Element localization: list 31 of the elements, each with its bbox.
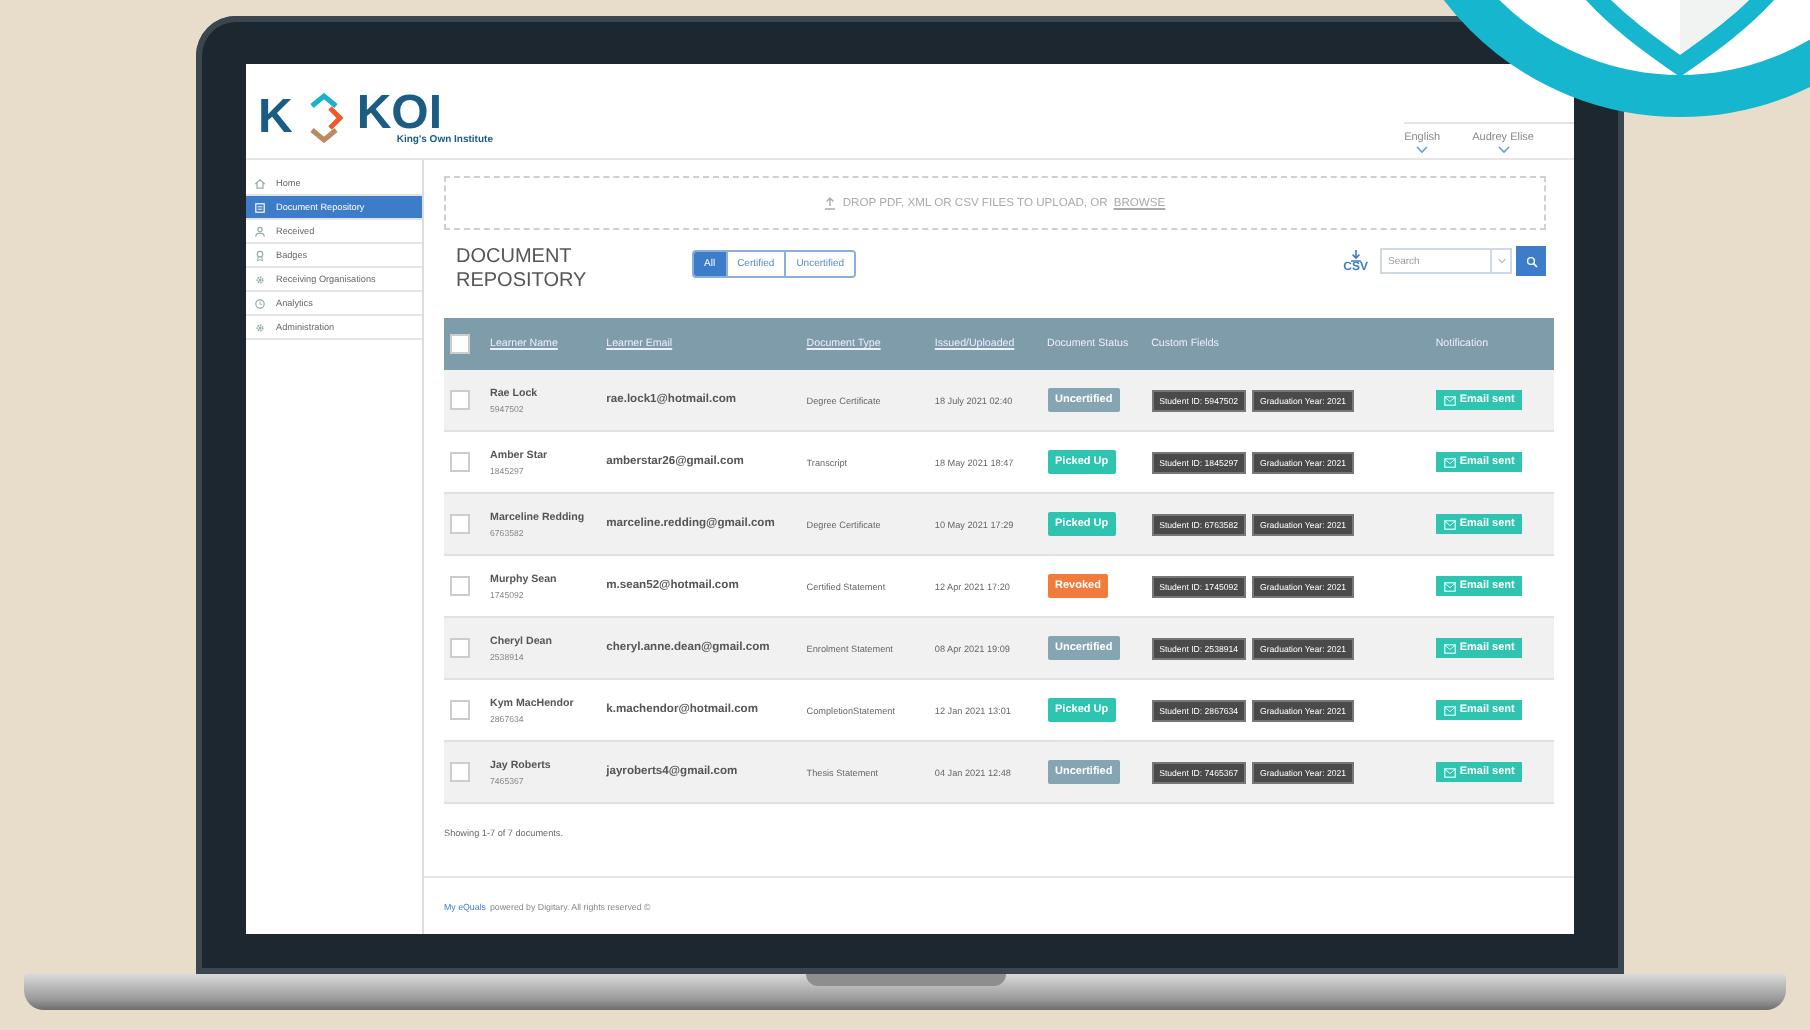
envelope-icon — [1443, 705, 1456, 715]
chevron-down-icon — [1497, 146, 1510, 154]
gear-icon — [254, 321, 266, 333]
chevron-down-icon — [1497, 258, 1505, 264]
row-checkbox[interactable] — [450, 452, 470, 472]
envelope-icon — [1443, 581, 1456, 591]
row-checkbox[interactable] — [450, 390, 470, 410]
search-icon — [1525, 255, 1537, 267]
envelope-icon — [1443, 643, 1456, 653]
row-checkbox[interactable] — [450, 762, 470, 782]
page-title: DOCUMENT REPOSITORY — [456, 246, 589, 292]
envelope-icon — [1443, 519, 1456, 529]
search-button[interactable] — [1516, 246, 1546, 276]
row-checkbox[interactable] — [450, 514, 470, 534]
home-icon — [254, 177, 266, 189]
badge-icon — [254, 249, 266, 261]
chevron-down-icon — [1416, 146, 1429, 154]
upload-icon — [824, 196, 837, 210]
document-icon — [254, 201, 266, 213]
select-all-checkbox[interactable] — [450, 334, 470, 354]
clock-icon — [254, 297, 266, 309]
envelope-icon — [1443, 767, 1456, 777]
row-checkbox[interactable] — [450, 576, 470, 596]
envelope-icon — [1443, 395, 1456, 405]
row-checkbox[interactable] — [450, 700, 470, 720]
gear-icon — [254, 273, 266, 285]
row-checkbox[interactable] — [450, 638, 470, 658]
logo-letter: K — [258, 94, 293, 142]
envelope-icon — [1443, 457, 1456, 467]
person-icon — [254, 225, 266, 237]
search-filter-dropdown[interactable] — [1492, 248, 1512, 274]
